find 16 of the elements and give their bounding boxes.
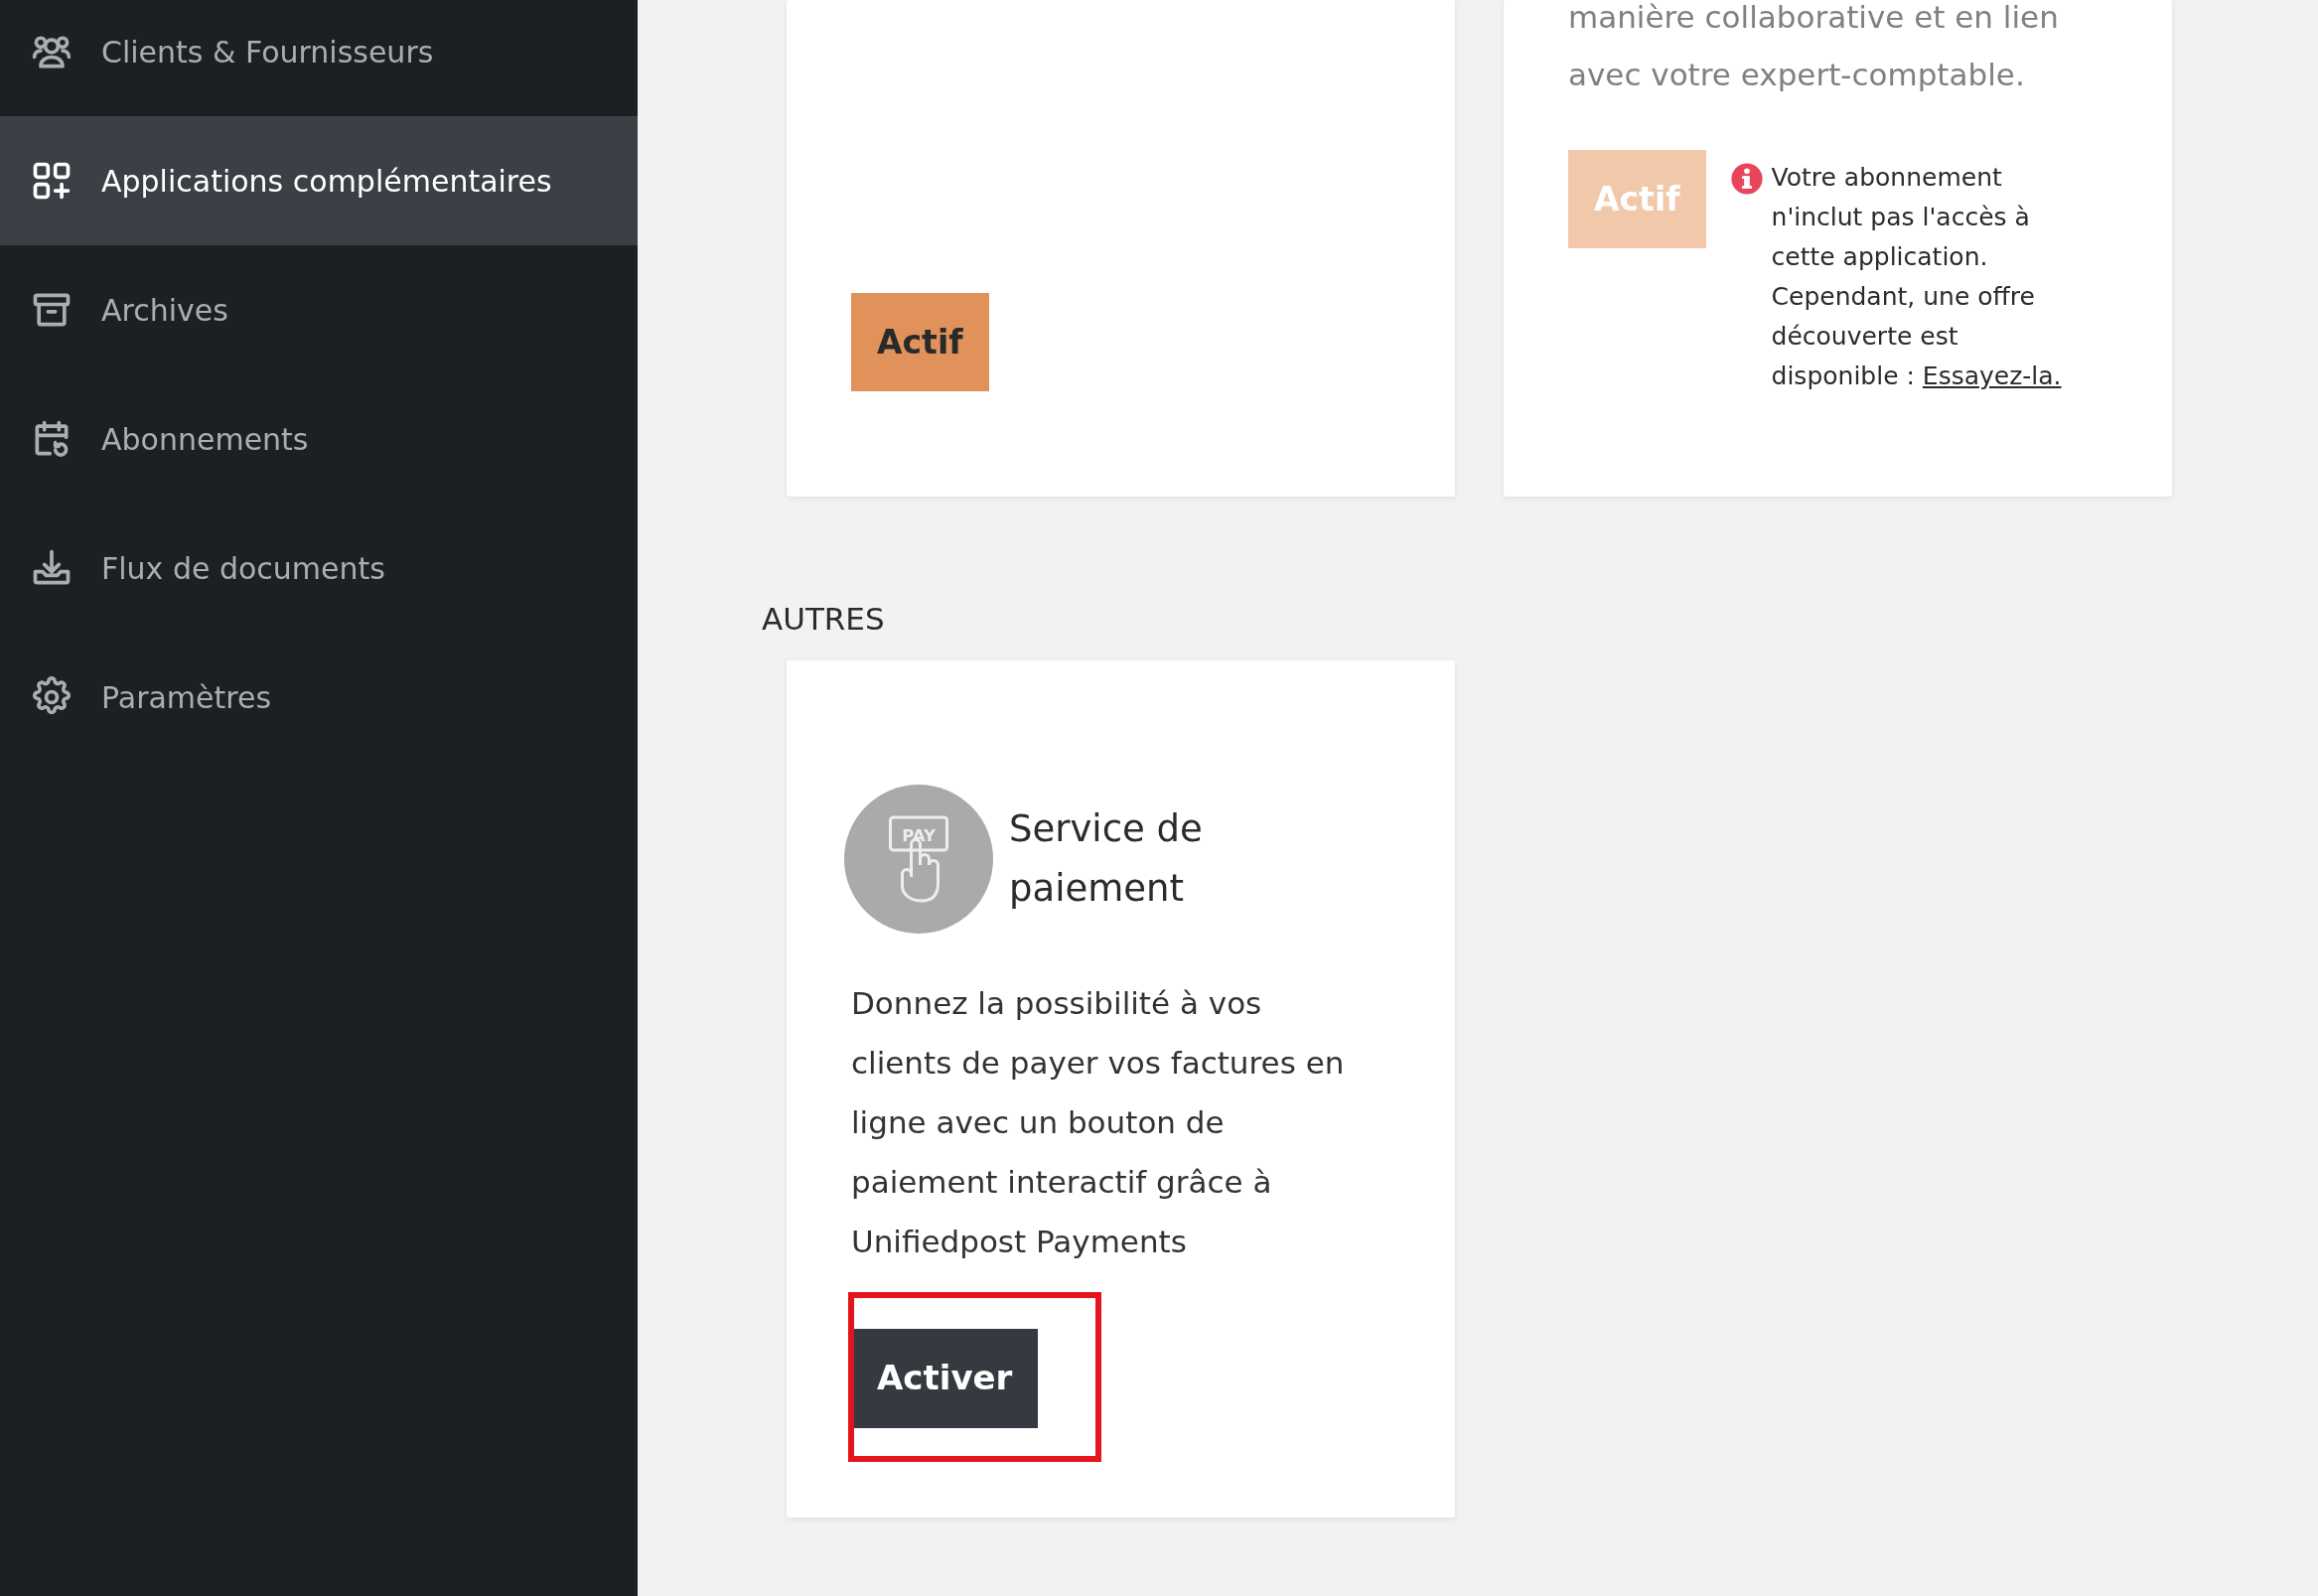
sidebar-item[interactable]: Flux de documents [0, 504, 638, 633]
sidebar-item[interactable]: Applications complémentaires [0, 116, 638, 245]
sidebar-item[interactable]: Archives [0, 245, 638, 374]
app-description: Donnez la possibilité à vos clients de payer vos factures en ligne avec un bouton de paiement interactif grâce à Unifiedpost Payments [851, 983, 1346, 1261]
section-heading: AUTRES [762, 600, 886, 639]
sidebar-item[interactable]: Paramètres [0, 633, 638, 762]
active-button[interactable]: Actif [851, 293, 989, 391]
info-icon [1729, 162, 1764, 196]
app-title: Service de paiement [1009, 805, 1204, 912]
trial-link[interactable]: Essayez-la. [1922, 362, 2062, 390]
pay-logo: PAY [844, 784, 993, 934]
sidebar-item[interactable]: Clients & Fournisseurs [0, 0, 638, 116]
sidebar-item[interactable]: Abonnements [0, 374, 638, 504]
notice-text: Votre abonnement n'inclut pas l'accès à cette application. Cependant, une offre découverte est disponible : Essayez-la. [1771, 162, 2063, 392]
activate-button[interactable]: Activer [851, 1328, 1039, 1428]
app-description: manière collaborative et en lien avec votre expert-comptable. [1568, 0, 2060, 94]
